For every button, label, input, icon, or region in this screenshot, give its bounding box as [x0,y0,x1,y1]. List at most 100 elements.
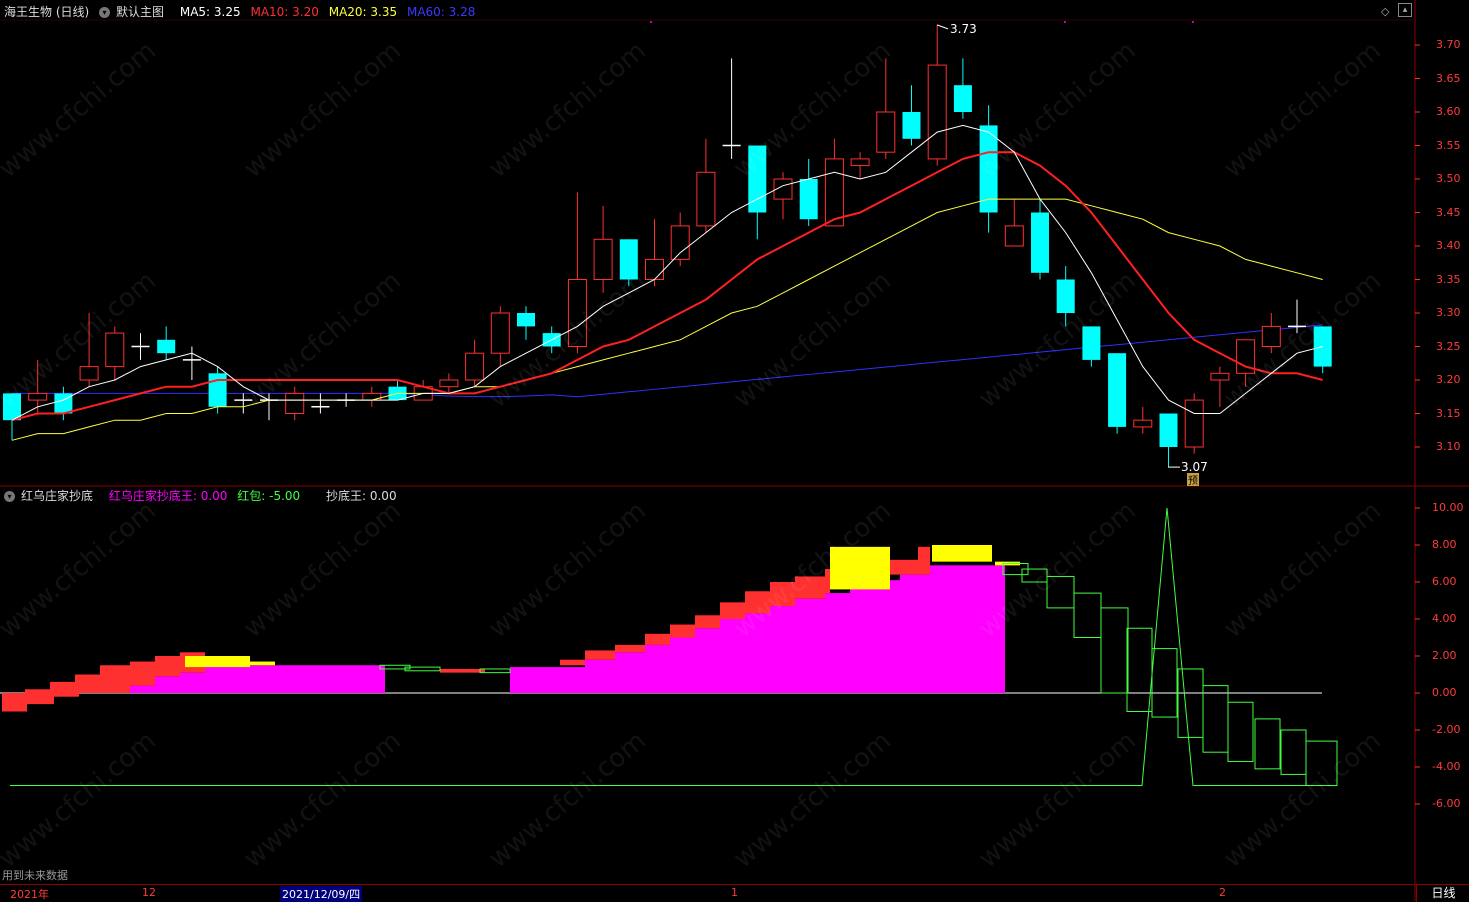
candle-down [157,339,176,354]
chart-canvas[interactable]: 3.73 3.07预 [0,0,1469,901]
magenta-bar [615,652,645,693]
candle-up [105,332,125,368]
yellow-bar [250,661,275,666]
ma10-value: MA10: 3.20 [250,5,319,19]
candle-down [1108,353,1127,427]
green-box [1100,607,1129,694]
candle-up [670,225,690,260]
price-tick-label: 3.15 [1436,406,1461,420]
green-box [1046,575,1075,609]
red-bar [918,546,930,566]
candle-up [490,312,510,354]
candle-down [1031,212,1049,273]
magenta-bar [770,606,795,693]
green-box [1254,718,1281,770]
green-box [1151,648,1178,718]
ma5-value: MA5: 3.25 [179,5,241,19]
magenta-bar [930,565,1005,693]
candle-up [28,392,48,401]
candle-up [645,258,664,280]
magenta-bar [875,580,900,693]
ma60-value: MA60: 3.28 [406,5,476,19]
price-tick-label: 3.50 [1436,172,1461,185]
green-box [1126,627,1153,712]
magenta-bar [900,574,930,693]
price-tick-label: 3.65 [1436,71,1461,85]
price-tick-label: 3.55 [1436,138,1461,152]
signal-dot [650,21,652,23]
green-box [1073,592,1102,638]
date-label-feb: 2 [1219,886,1226,899]
date-label-year: 2021年 [10,888,49,901]
candle-up [824,158,844,227]
red-bar [770,582,795,607]
magenta-bar [695,628,720,693]
red-bar [720,602,745,619]
indicator-name[interactable]: ▾ 默认主图 [99,5,170,19]
candle-up [696,171,716,227]
sub-tick-label: -6.00 [1432,797,1461,810]
red-bar [695,615,720,629]
red-bar [100,665,130,693]
sub-tick-label: 2.00 [1432,649,1457,662]
high-label: 3.73 [950,22,977,36]
red-bar [670,624,695,638]
red-bar [440,668,485,673]
stock-title[interactable]: 海王生物 (日线) [4,5,89,19]
magenta-bar [850,587,875,693]
price-tick-label: 3.35 [1436,272,1461,286]
signal-dot [1192,21,1194,23]
candle-down [1056,279,1075,313]
magenta-bar [510,667,590,693]
candle-up [465,352,485,381]
yellow-bar [932,545,992,562]
green-box [1227,701,1254,762]
candle-down [953,85,972,112]
ma20-value: MA20: 3.35 [328,5,398,19]
forecast-badge-text: 预 [1188,475,1198,487]
price-tick-label: 3.30 [1436,306,1461,319]
value-3: 抄底王: 0.00 [326,489,397,503]
red-neg-bar [2,693,27,712]
collapse-icon[interactable]: ▾ [4,491,15,502]
candle-down [619,239,638,280]
magenta-bar [825,593,850,693]
candle-up [1210,372,1230,381]
value-2: 红包: -5.00 [237,489,301,503]
candle-up [1184,399,1204,448]
red-bar [585,650,615,660]
signal-dot [1064,21,1066,23]
red-bar [560,659,585,666]
sub-indicator-name[interactable]: ▾ 红乌庄家抄底 [4,489,99,503]
diamond-icon[interactable]: ◇ [1381,5,1389,18]
candle-up [567,279,587,347]
price-tick-label: 3.70 [1436,38,1461,51]
main-chart-header: 海王生物 (日线) ▾ 默认主图 MA5: 3.25 MA10: 3.20 MA2… [0,2,481,22]
chevron-up-icon[interactable]: ▴ [1398,3,1412,17]
price-tick-label: 3.25 [1436,339,1461,353]
green-box [1202,685,1229,753]
price-tick-label: 3.45 [1436,205,1461,219]
magenta-bar [585,659,615,693]
period-button[interactable]: 日线 [1416,884,1469,902]
red-bar [130,661,155,686]
date-axis: 2021年 12 2021/12/09/四 1 2 [0,884,1415,902]
green-box [1280,729,1307,775]
candle-up [439,379,459,388]
sub-tick-label: 10.00 [1432,501,1464,514]
candle-up [1004,225,1024,247]
candle-down [208,373,227,407]
candle-up [593,238,613,281]
sub-tick-label: -2.00 [1432,723,1461,736]
magenta-bar [155,676,180,693]
date-label-active: 2021/12/09/四 [280,886,363,902]
red-bar [645,633,670,645]
high-pointer [936,24,949,30]
green-box [1305,740,1338,786]
red-bar [745,591,770,614]
candle-up [79,366,99,381]
candle-up [927,64,947,160]
red-bar [50,681,75,693]
sub-tick-label: 8.00 [1432,538,1457,551]
collapse-icon[interactable]: ▾ [99,7,111,18]
